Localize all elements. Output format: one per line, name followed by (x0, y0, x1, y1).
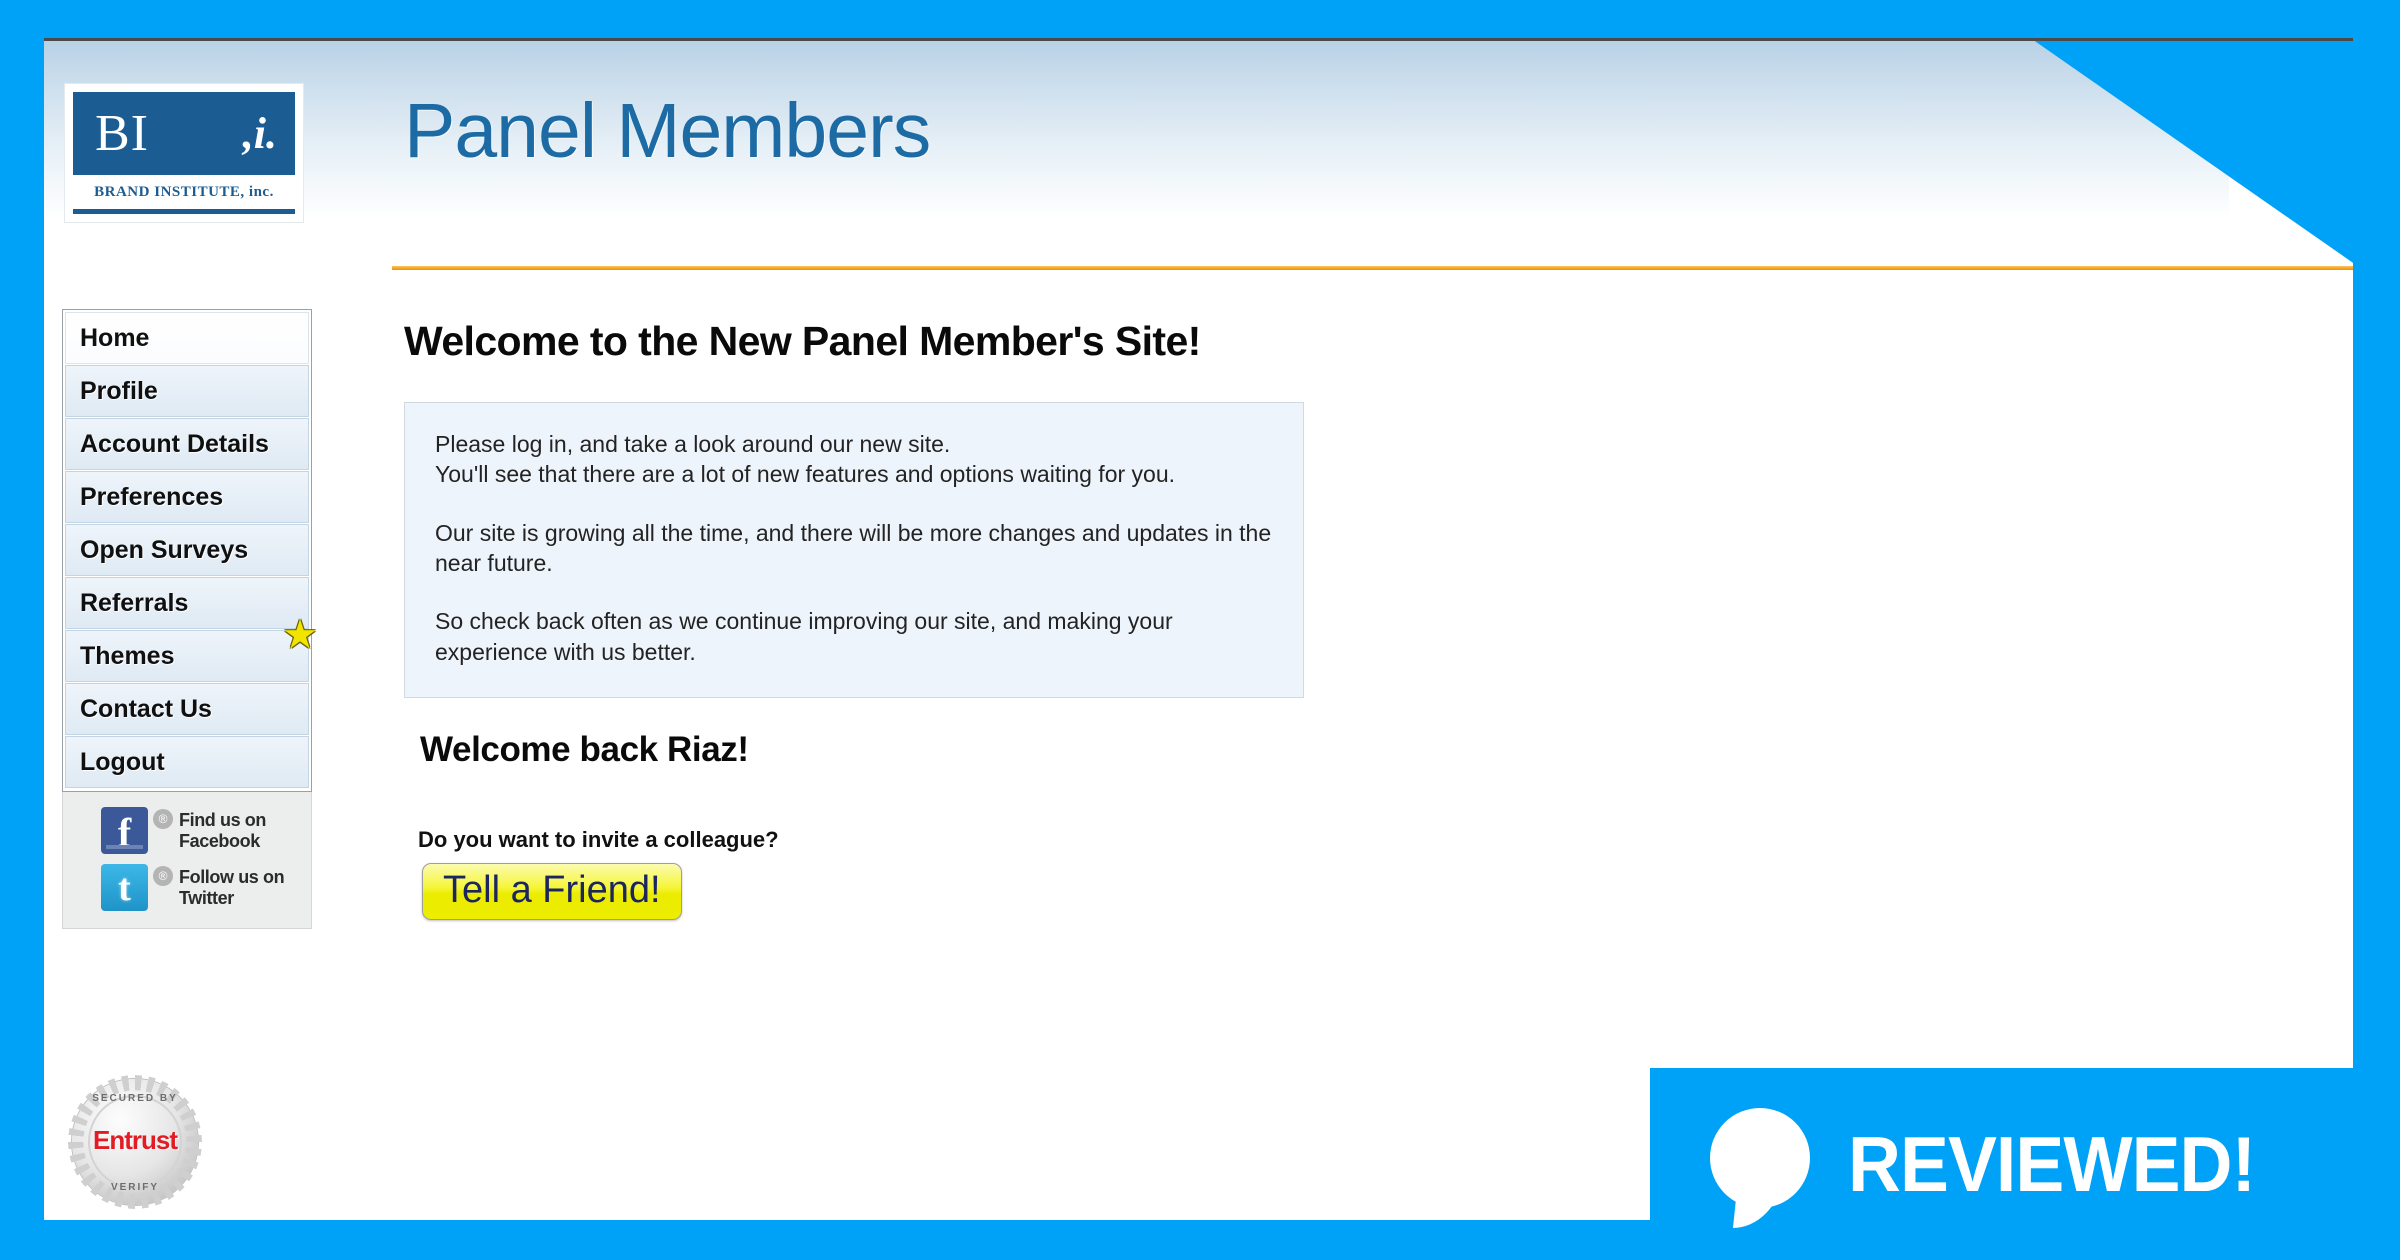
screenshot-root: Panel Members BI ,i. BRAND INSTITUTE, in… (0, 0, 2400, 1260)
facebook-icon: f (101, 807, 148, 854)
social-link-line2: Twitter (179, 887, 234, 908)
logo-underline (73, 209, 295, 214)
sidebar-item-label: Profile (80, 376, 158, 405)
sidebar-item-home[interactable]: Home (65, 312, 309, 364)
sidebar-item-logout[interactable]: Logout (65, 736, 309, 788)
social-link-line1: Find us on (179, 809, 266, 830)
page-sheet: Panel Members BI ,i. BRAND INSTITUTE, in… (44, 38, 2353, 1220)
sidebar: Home Profile Account Details Preferences Ope… (62, 309, 318, 929)
logo-initials: BI (95, 104, 149, 162)
social-link-label: Follow us on Twitter (179, 866, 285, 908)
twitter-icon: t (101, 864, 148, 911)
sidebar-item-label: Logout (80, 747, 165, 776)
seal-bottom-text: VERIFY (110, 1182, 160, 1193)
sidebar-item-label: Themes (80, 641, 175, 670)
bubble-tail (1732, 1170, 1784, 1228)
reviewed-watermark: REVIEWED! (1650, 1068, 2400, 1260)
tell-a-friend-button[interactable]: Tell a Friend! (422, 863, 682, 921)
sidebar-item-referrals[interactable]: Referrals (65, 577, 309, 629)
facebook-icon-bar (106, 845, 143, 849)
main-content: Welcome to the New Panel Member's Site! … (404, 318, 2104, 921)
info-paragraph: Our site is growing all the time, and th… (435, 519, 1272, 577)
social-link-twitter[interactable]: t ® Follow us on Twitter (63, 859, 311, 916)
sidebar-item-contact-us[interactable]: Contact Us (65, 683, 309, 735)
info-paragraph: So check back often as we continue impro… (435, 608, 1173, 665)
sidebar-item-open-surveys[interactable]: Open Surveys (65, 524, 309, 576)
social-link-line2: Facebook (179, 830, 260, 851)
info-panel: Please log in, and take a look around ou… (404, 402, 1304, 699)
seal-top-text: SECURED BY (92, 1093, 178, 1104)
logo-mark-icon: ,i. (242, 108, 277, 158)
brand-logo[interactable]: BI ,i. BRAND INSTITUTE, inc. (64, 83, 304, 223)
logo-subtitle-bar: BRAND INSTITUTE, inc. (73, 175, 295, 209)
page-header: Panel Members (44, 41, 2229, 219)
social-links-box: f ® Find us on Facebook t ® Follow us on Twitte… (62, 792, 312, 929)
sidebar-item-profile[interactable]: Profile (65, 365, 309, 417)
logo-inner: BI ,i. BRAND INSTITUTE, inc. (71, 90, 297, 216)
sidebar-item-label: Home (80, 323, 150, 352)
sidebar-item-label: Contact Us (80, 694, 212, 723)
sidebar-item-label: Preferences (80, 482, 224, 511)
registered-mark-icon: ® (153, 809, 173, 829)
seal-brand-text: Entrust (93, 1125, 178, 1155)
header-divider (392, 266, 2353, 270)
logo-blue-panel: BI ,i. (73, 92, 295, 175)
logo-subtitle: BRAND INSTITUTE, inc. (94, 183, 274, 200)
speech-bubble-icon (1710, 1108, 1810, 1228)
welcome-heading: Welcome to the New Panel Member's Site! (404, 318, 1201, 364)
social-link-label: Find us on Facebook (179, 810, 266, 851)
sidebar-item-label: Open Surveys (80, 535, 249, 564)
reviewed-label: REVIEWED! (1848, 1120, 2256, 1208)
registered-mark-icon: ® (153, 866, 173, 886)
invite-question: Do you want to invite a colleague? (418, 827, 779, 853)
sidebar-item-themes[interactable]: Themes ★ (65, 615, 318, 682)
page-title: Panel Members (404, 88, 931, 174)
sidebar-item-preferences[interactable]: Preferences (65, 471, 309, 523)
social-link-line1: Follow us on (179, 866, 285, 887)
entrust-security-seal[interactable]: SECURED BY Entrust VERIFY (68, 1075, 202, 1209)
welcome-back-message: Welcome back Riaz! (420, 730, 749, 770)
info-paragraph: Please log in, and take a look around ou… (435, 431, 1176, 488)
sidebar-item-label: Account Details (80, 429, 269, 458)
sidebar-item-label: Referrals (80, 588, 189, 617)
sidebar-nav: Home Profile Account Details Preferences Ope… (62, 309, 318, 792)
twitter-glyph: t (118, 866, 131, 909)
sidebar-item-account-details[interactable]: Account Details (65, 418, 309, 470)
social-link-facebook[interactable]: f ® Find us on Facebook (63, 802, 311, 859)
